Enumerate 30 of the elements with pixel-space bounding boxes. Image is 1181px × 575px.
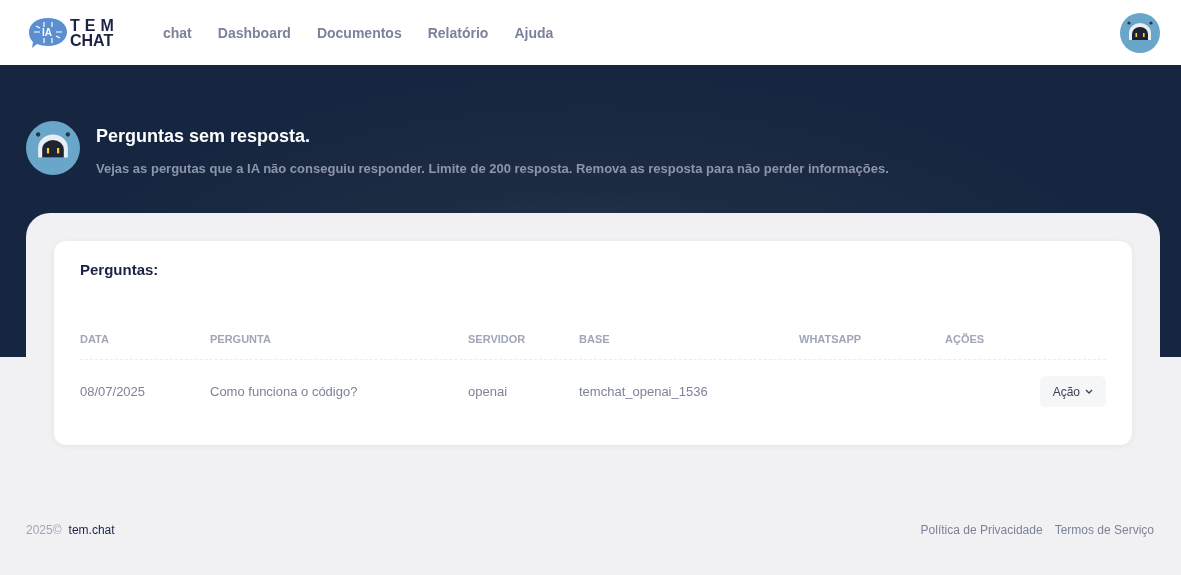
robot-icon — [26, 121, 80, 175]
page-title: Perguntas sem resposta. — [96, 126, 312, 147]
column-header: DATA — [80, 333, 110, 345]
chevron-down-icon — [1085, 389, 1093, 394]
table-cell-text: Como funciona o código? — [210, 384, 359, 399]
nav-link[interactable]: Documentos — [316, 24, 402, 41]
avatar-icon[interactable] — [1120, 12, 1160, 53]
nav-link[interactable]: chat — [163, 24, 192, 41]
page-subtitle: Vejas as pergutas que a IA não conseguiu responder. Limite de 200 resposta. Remova as resposta para não perder informações. — [96, 161, 889, 176]
brand-link[interactable]: tem.chat — [68, 523, 115, 537]
footer-link[interactable]: Política de Privacidade — [920, 523, 1043, 537]
column-header: BASE — [579, 333, 611, 345]
card-title: Perguntas: — [80, 261, 160, 278]
column-header: PERGUNTA — [210, 333, 272, 345]
action-dropdown[interactable]: Ação — [1039, 376, 1106, 407]
table-cell-text: openai — [468, 384, 509, 399]
logo-text: TEM — [70, 17, 119, 33]
nav-link[interactable]: Dashboard — [217, 24, 291, 41]
column-header: WHATSAPP — [799, 333, 863, 345]
footer-link[interactable]: Termos de Serviço — [1054, 523, 1154, 537]
table-cell-text: 08/07/2025 — [80, 384, 147, 399]
nav-link[interactable]: Relatório — [427, 24, 489, 41]
logo-badge: IA — [41, 26, 53, 38]
logo-text: CHAT — [70, 32, 115, 48]
column-header: SERVIDOR — [468, 333, 527, 345]
nav-link[interactable]: Ajuda — [514, 24, 554, 41]
logo-bubble-icon — [28, 16, 68, 49]
column-header: AÇÕES — [945, 333, 986, 345]
copyright-year: 2025© — [26, 523, 62, 537]
table-cell-text: temchat_openai_1536 — [579, 384, 709, 399]
